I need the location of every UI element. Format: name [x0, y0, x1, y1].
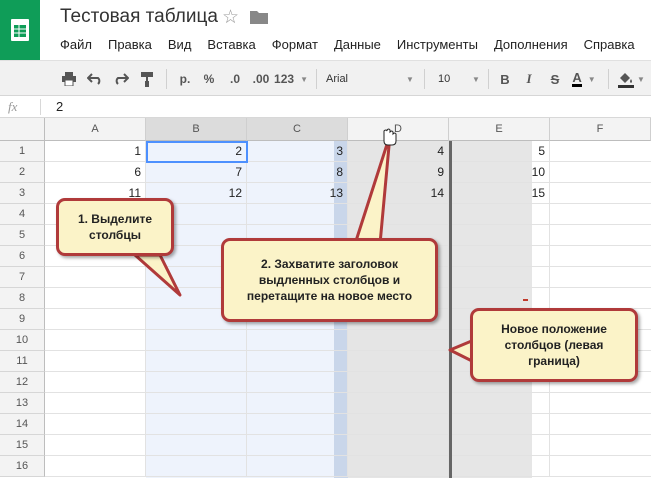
- text-color-label: A: [572, 70, 582, 87]
- formula-input[interactable]: 2: [56, 99, 63, 114]
- callout-step1: 1. Выделите столбцы: [56, 198, 174, 256]
- percent-button[interactable]: %: [198, 68, 220, 90]
- row-header[interactable]: 16: [0, 456, 45, 477]
- drop-position-line: [449, 141, 452, 478]
- number-format-label: 123: [274, 72, 295, 86]
- toolbar-divider: [316, 69, 317, 89]
- row-gridline: [45, 434, 651, 435]
- cell[interactable]: 14: [348, 183, 449, 204]
- font-family-value: Arial: [326, 73, 349, 85]
- row-gridline: [45, 476, 651, 477]
- font-family-dropdown[interactable]: Arial ▼: [326, 68, 414, 90]
- redo-icon[interactable]: [110, 68, 132, 90]
- cell[interactable]: 3: [247, 141, 348, 162]
- cell[interactable]: 9: [348, 162, 449, 183]
- app-header: Тестовая таблица ☆ Файл Правка Вид Встав…: [0, 0, 651, 60]
- row-header[interactable]: 3: [0, 183, 45, 204]
- increase-decimal-button[interactable]: .00: [248, 68, 274, 90]
- cell[interactable]: 7: [146, 162, 247, 183]
- row-gridline: [45, 455, 651, 456]
- font-size-value: 10: [438, 73, 451, 85]
- menu-bar: Файл Правка Вид Вставка Формат Данные Ин…: [52, 35, 643, 55]
- undo-icon[interactable]: [84, 68, 106, 90]
- row-header[interactable]: 2: [0, 162, 45, 183]
- menu-format[interactable]: Формат: [264, 35, 326, 55]
- cell[interactable]: 6: [45, 162, 146, 183]
- toolbar: р. % .0 .00 123 ▼ Arial ▼ 10 ▼ B I S A ▼ ▼: [0, 60, 651, 96]
- formula-bar: fx 2: [0, 96, 651, 118]
- row-header[interactable]: 12: [0, 372, 45, 393]
- chevron-down-icon: ▼: [300, 74, 308, 84]
- row-header[interactable]: 15: [0, 435, 45, 456]
- menu-data[interactable]: Данные: [326, 35, 389, 55]
- cell[interactable]: 5: [449, 141, 550, 162]
- chevron-down-icon: ▼: [472, 74, 480, 84]
- font-size-dropdown[interactable]: 10 ▼: [438, 68, 480, 90]
- column-header-a[interactable]: A: [45, 118, 146, 141]
- row-header[interactable]: 9: [0, 309, 45, 330]
- cell[interactable]: 8: [247, 162, 348, 183]
- spreadsheet-app: Тестовая таблица ☆ Файл Правка Вид Встав…: [0, 0, 651, 478]
- cell[interactable]: 15: [449, 183, 550, 204]
- row-header[interactable]: 5: [0, 225, 45, 246]
- column-header-b[interactable]: B: [146, 118, 247, 141]
- toolbar-divider: [488, 69, 489, 89]
- row-header[interactable]: 10: [0, 330, 45, 351]
- print-icon[interactable]: [58, 68, 80, 90]
- sheets-logo-icon[interactable]: [0, 0, 40, 60]
- cell[interactable]: 4: [348, 141, 449, 162]
- row-header[interactable]: 13: [0, 393, 45, 414]
- currency-button[interactable]: р.: [174, 68, 196, 90]
- menu-file[interactable]: Файл: [52, 35, 100, 55]
- toolbar-divider: [608, 69, 609, 89]
- menu-insert[interactable]: Вставка: [199, 35, 263, 55]
- decrease-decimal-button[interactable]: .0: [222, 68, 248, 90]
- cell[interactable]: 13: [247, 183, 348, 204]
- number-format-dropdown[interactable]: 123 ▼: [274, 68, 308, 90]
- chevron-down-icon: ▼: [587, 74, 596, 84]
- row-header[interactable]: 7: [0, 267, 45, 288]
- column-header-d[interactable]: D: [348, 118, 449, 141]
- row-header[interactable]: 4: [0, 204, 45, 225]
- chevron-down-icon: ▼: [637, 74, 645, 84]
- column-header-f[interactable]: F: [550, 118, 651, 141]
- row-gridline: [45, 413, 651, 414]
- callout-new-position: Новое положение столбцов (левая граница): [470, 308, 638, 382]
- menu-help[interactable]: Справка: [576, 35, 643, 55]
- row-header[interactable]: 8: [0, 288, 45, 309]
- folder-icon[interactable]: [250, 10, 268, 24]
- select-all-corner[interactable]: [0, 118, 45, 141]
- row-header[interactable]: 11: [0, 351, 45, 372]
- column-header-e[interactable]: E: [449, 118, 550, 141]
- fx-icon: fx: [8, 99, 18, 114]
- strikethrough-button[interactable]: S: [545, 68, 565, 90]
- menu-edit[interactable]: Правка: [100, 35, 160, 55]
- document-title[interactable]: Тестовая таблица: [60, 6, 218, 28]
- formula-divider: [40, 99, 41, 115]
- fill-color-icon[interactable]: ▼: [616, 68, 646, 90]
- menu-view[interactable]: Вид: [160, 35, 200, 55]
- text-color-button[interactable]: A ▼: [570, 68, 598, 90]
- italic-button[interactable]: I: [519, 68, 539, 90]
- callout-step2: 2. Захватите заголовок выдленных столбцо…: [221, 238, 438, 322]
- cell[interactable]: 10: [449, 162, 550, 183]
- menu-addons[interactable]: Дополнения: [486, 35, 576, 55]
- toolbar-divider: [166, 69, 167, 89]
- row-header[interactable]: 1: [0, 141, 45, 162]
- row-gridline: [45, 392, 651, 393]
- toolbar-divider: [424, 69, 425, 89]
- row-header[interactable]: 14: [0, 414, 45, 435]
- chevron-down-icon: ▼: [406, 74, 414, 84]
- cell[interactable]: 1: [45, 141, 146, 162]
- row-header[interactable]: 6: [0, 246, 45, 267]
- active-cell-border[interactable]: [146, 141, 248, 163]
- star-icon[interactable]: ☆: [222, 6, 239, 29]
- column-header-c[interactable]: C: [247, 118, 348, 141]
- paint-format-icon[interactable]: [136, 68, 158, 90]
- menu-tools[interactable]: Инструменты: [389, 35, 486, 55]
- bold-button[interactable]: B: [495, 68, 515, 90]
